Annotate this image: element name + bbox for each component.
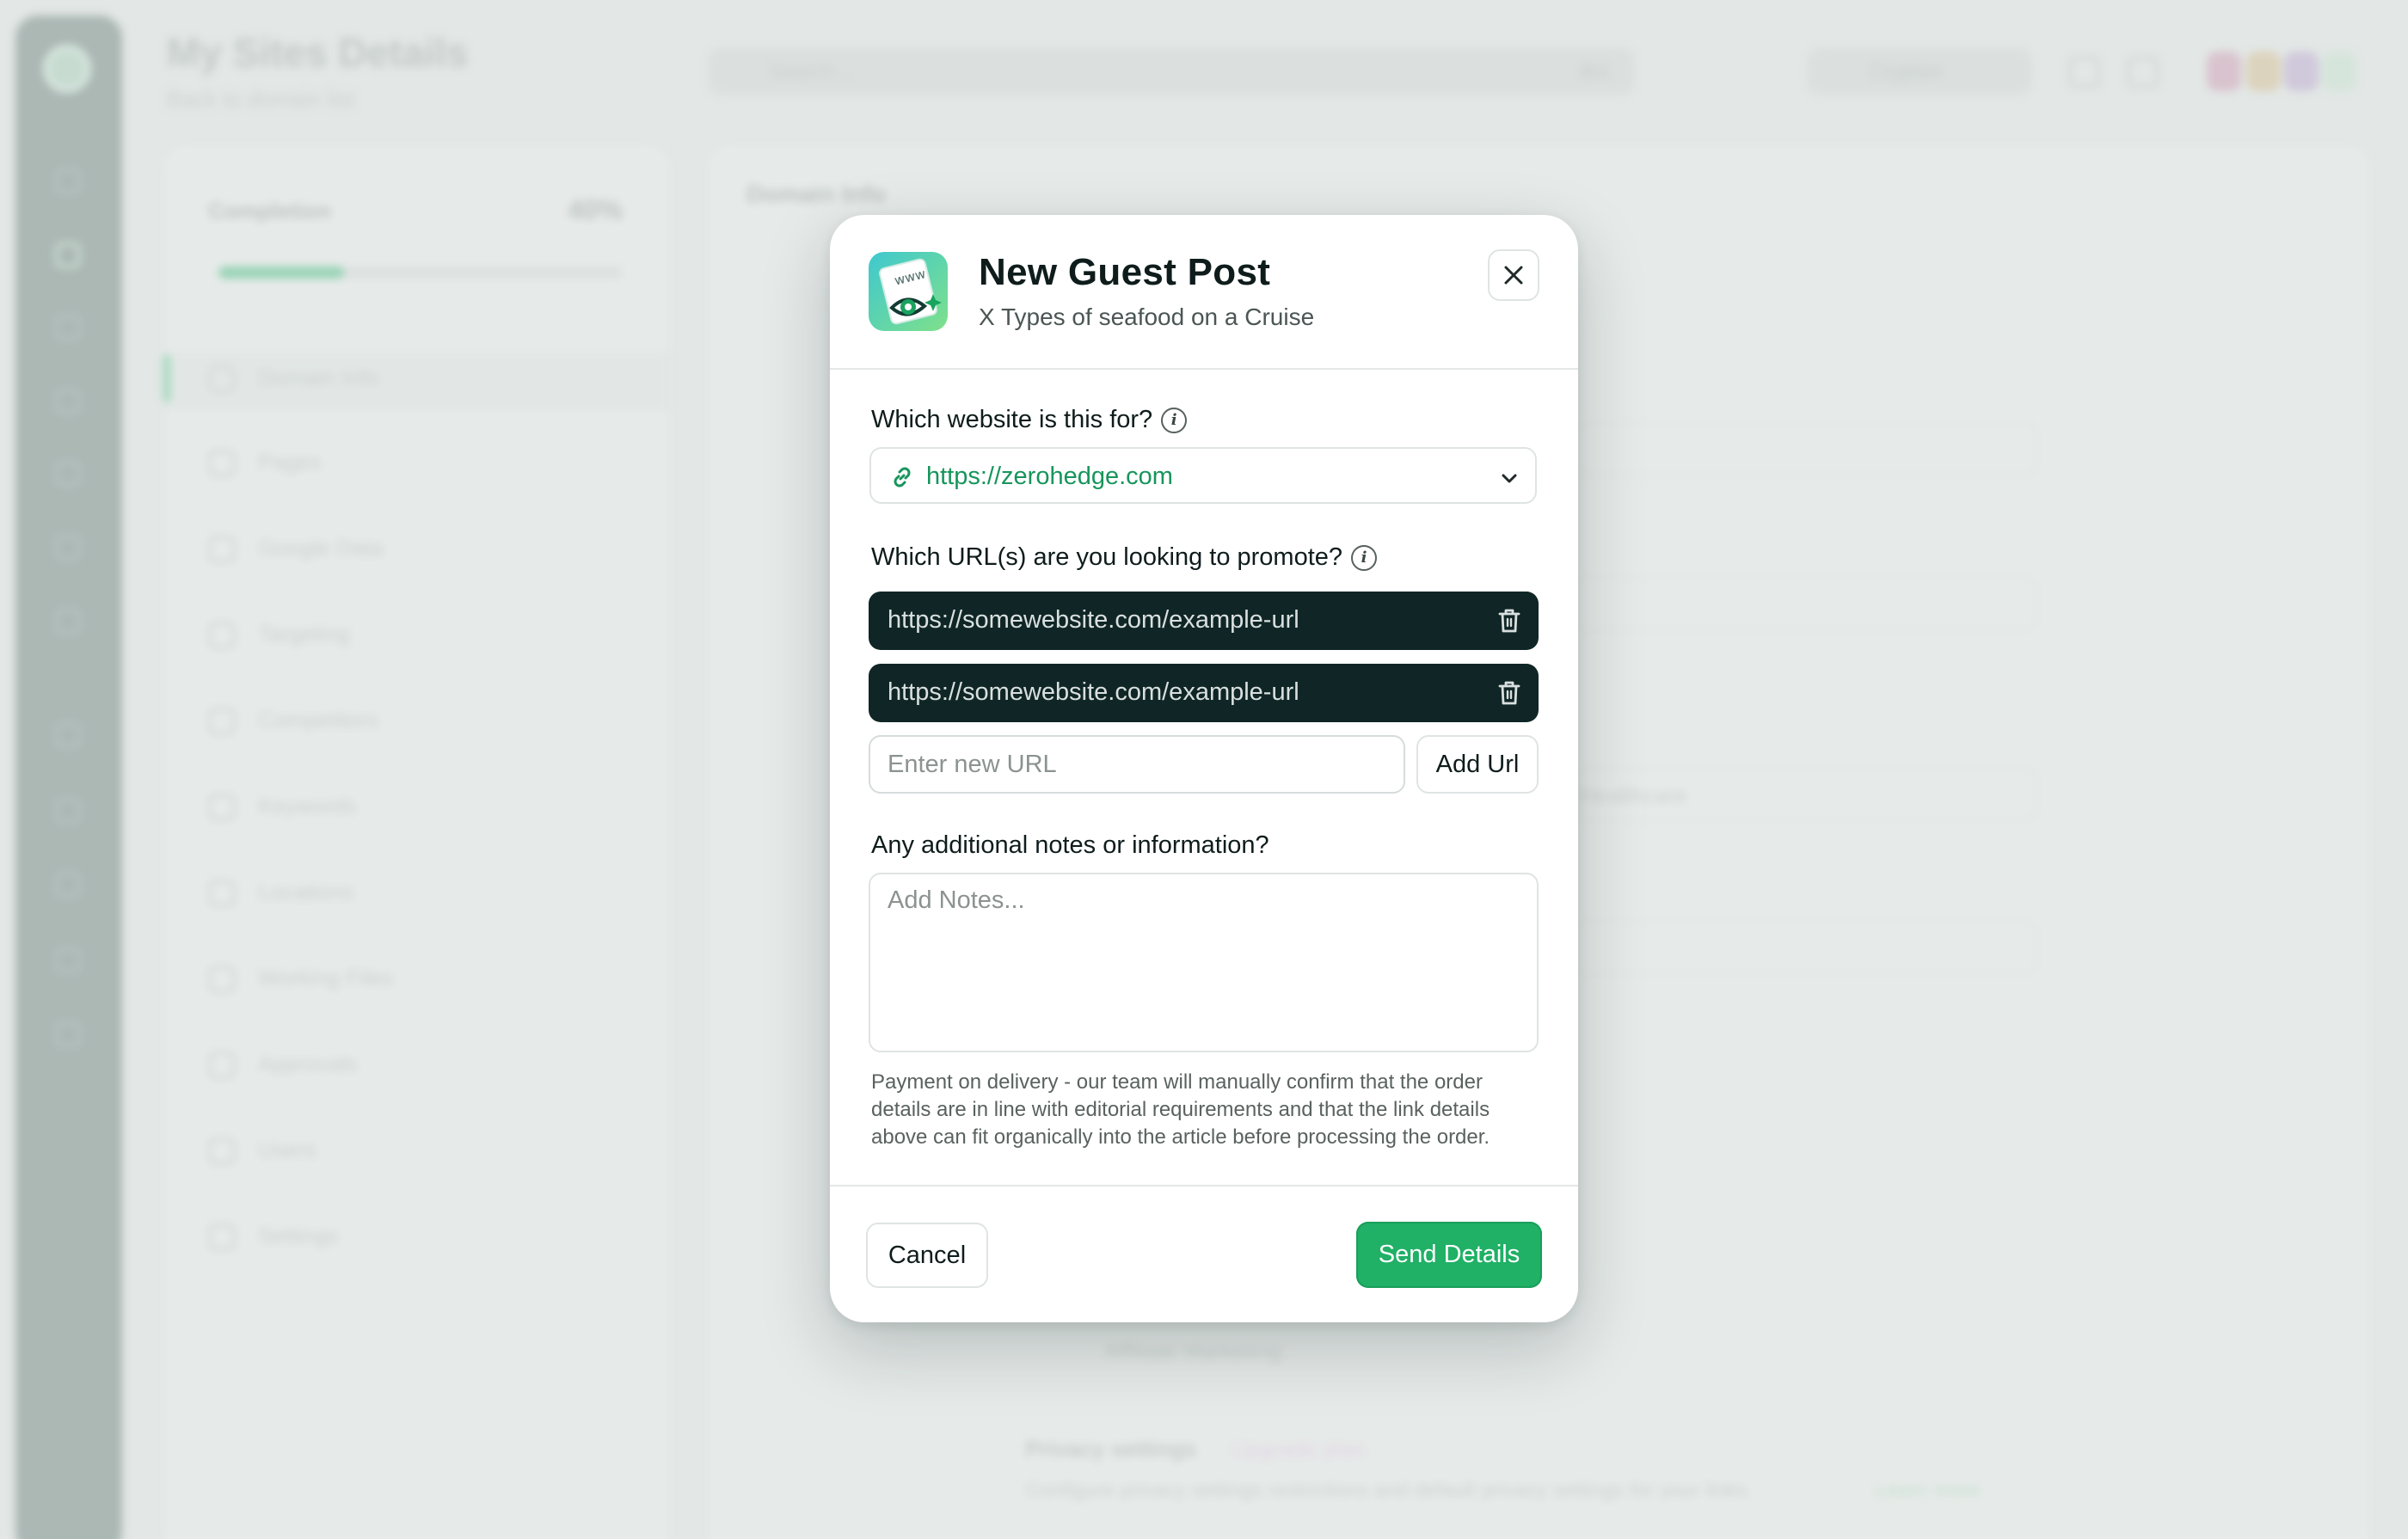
- notes-label: Any additional notes or information?: [871, 831, 1269, 859]
- url-text: https://somewebsite.com/example-url: [888, 606, 1299, 634]
- send-details-button[interactable]: Send Details: [1356, 1222, 1542, 1288]
- new-guest-post-modal: www New Guest Post X Types of seafood on…: [830, 215, 1578, 1322]
- link-icon: [894, 467, 911, 487]
- website-label: Which website is this for? i: [871, 406, 1188, 434]
- urls-label: Which URL(s) are you looking to promote?…: [871, 543, 1378, 572]
- trash-icon[interactable]: [1496, 679, 1522, 707]
- website-select[interactable]: https://zerohedge.com: [869, 447, 1537, 504]
- modal-footer-divider: [830, 1185, 1578, 1186]
- cancel-button[interactable]: Cancel: [866, 1223, 988, 1288]
- website-label-text: Which website is this for?: [871, 406, 1153, 433]
- chevron-down-icon: [1502, 474, 1517, 483]
- payment-disclaimer: Payment on delivery - our team will manu…: [871, 1070, 1490, 1149]
- modal-header: www New Guest Post X Types of seafood on…: [830, 215, 1578, 370]
- close-button[interactable]: [1488, 249, 1539, 301]
- info-icon[interactable]: i: [1351, 544, 1378, 571]
- url-list-item: https://somewebsite.com/example-url: [869, 664, 1539, 722]
- modal-subtitle: X Types of seafood on a Cruise: [979, 304, 1315, 330]
- add-url-button[interactable]: Add Url: [1416, 735, 1539, 794]
- new-url-input[interactable]: [869, 735, 1405, 794]
- notes-textarea[interactable]: [869, 873, 1539, 1052]
- guest-post-logo: www: [869, 252, 948, 331]
- trash-icon[interactable]: [1496, 607, 1522, 635]
- website-select-value: https://zerohedge.com: [926, 463, 1173, 490]
- url-text: https://somewebsite.com/example-url: [888, 678, 1299, 706]
- modal-title: New Guest Post: [979, 251, 1271, 293]
- info-icon[interactable]: i: [1161, 407, 1188, 433]
- urls-label-text: Which URL(s) are you looking to promote?: [871, 543, 1343, 571]
- url-list-item: https://somewebsite.com/example-url: [869, 592, 1539, 650]
- close-icon: [1504, 266, 1523, 285]
